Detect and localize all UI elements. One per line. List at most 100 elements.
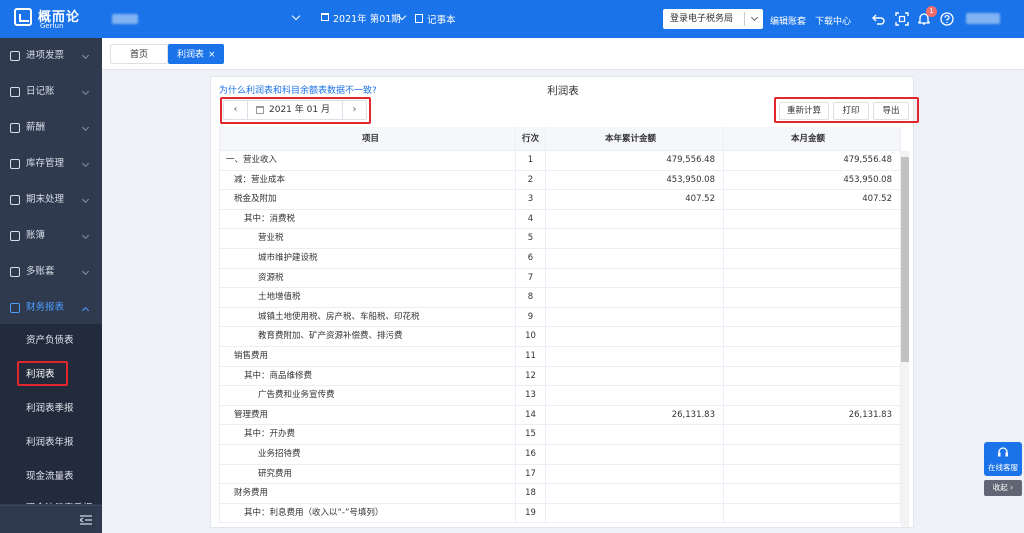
table-row[interactable]: 销售费用 11 (219, 347, 901, 367)
logo[interactable]: 概而论 Gerlun (14, 6, 94, 32)
warehouse-icon (10, 159, 20, 169)
row-item-cell: 其中：商品维修费 (219, 366, 515, 386)
scrollbar-thumb[interactable] (901, 157, 909, 362)
sidebar-item-ledger[interactable]: 账簿 (0, 218, 102, 254)
edit-icon (415, 14, 423, 23)
row-month-amount-cell (723, 503, 901, 523)
row-item-cell: 管理费用 (219, 405, 515, 425)
table-row[interactable]: 管理费用 14 26,131.83 26,131.83 (219, 405, 901, 426)
highlight-box (220, 97, 371, 124)
tax-bureau-login-label: 登录电子税务局 (670, 14, 734, 24)
sidebar-item-financial-report[interactable]: 财务报表 (0, 290, 102, 326)
back-icon[interactable] (872, 12, 886, 26)
sidebar-item-journal[interactable]: 日记账 (0, 74, 102, 110)
online-service-button[interactable]: 在线客服 (984, 442, 1022, 476)
ledger-icon (10, 231, 20, 241)
table-row[interactable]: 其中：商品维修费 12 (219, 366, 901, 387)
submenu-income-annual[interactable]: 利润表年报 (0, 426, 102, 460)
table-row[interactable]: 资源税 7 (219, 268, 901, 289)
row-line-cell: 9 (515, 307, 545, 327)
table-row[interactable]: 其中：开办费 15 (219, 425, 901, 445)
table-row[interactable]: 税金及附加 3 407.52 407.52 (219, 190, 901, 210)
row-line-cell: 5 (515, 229, 545, 248)
submenu-balance-sheet[interactable]: 资产负债表 (0, 324, 102, 358)
row-ytd-amount-cell (545, 209, 723, 229)
close-icon[interactable]: × (208, 50, 216, 60)
chevron-up-icon (81, 306, 90, 315)
row-month-amount-cell: 407.52 (723, 190, 901, 209)
table-row[interactable]: 教育费附加、矿产资源补偿费、排污费 10 (219, 327, 901, 347)
row-line-cell: 3 (515, 190, 545, 209)
table-row[interactable]: 其中：消费税 4 (219, 209, 901, 230)
row-item-cell: 城镇土地使用税、房产税、车船税、印花税 (219, 307, 515, 327)
tab-income-statement[interactable]: 利润表 × (168, 44, 224, 64)
table-row[interactable]: 减：营业成本 2 453,950.08 453,950.08 (219, 170, 901, 191)
row-month-amount-cell (723, 445, 901, 464)
row-month-amount-cell (723, 347, 901, 366)
sidebar-item-label: 日记账 (26, 86, 55, 97)
divider (744, 12, 745, 26)
table-row[interactable]: 一、营业收入 1 479,556.48 479,556.48 (219, 151, 901, 171)
row-item-cell: 一、营业收入 (219, 151, 515, 170)
table-row[interactable]: 财务费用 18 (219, 484, 901, 504)
help-icon[interactable] (940, 12, 954, 26)
row-ytd-amount-cell (545, 484, 723, 503)
chevron-down-icon (81, 267, 90, 276)
submenu-cash-flow-quarterly[interactable]: 现金流量表季报 (0, 492, 102, 504)
headset-icon (998, 447, 1008, 457)
salary-icon (10, 123, 20, 133)
row-line-cell: 10 (515, 327, 545, 346)
fullscreen-icon[interactable] (895, 12, 909, 26)
table-row[interactable]: 城镇土地使用税、房产税、车船税、印花税 9 (219, 307, 901, 328)
column-header: 本年累计金额 (545, 127, 723, 150)
notebook-label: 记事本 (427, 15, 456, 26)
sidebar-item-multi-account[interactable]: 多账套 (0, 254, 102, 290)
table-row[interactable]: 广告费和业务宣传费 13 (219, 386, 901, 406)
row-item-cell: 业务招待费 (219, 445, 515, 464)
income-statement-table: 项目 行次 本年累计金额 本月金额 一、营业收入 1 479,556.48 479,5… (219, 127, 901, 527)
sidebar-item-label: 薪酬 (26, 122, 46, 133)
row-month-amount-cell (723, 307, 901, 327)
row-month-amount-cell (723, 288, 901, 307)
sidebar-item-input-invoice[interactable]: 进项发票 (0, 38, 102, 74)
sidebar-item-salary[interactable]: 薪酬 (0, 110, 102, 146)
table-row[interactable]: 营业税 5 (219, 229, 901, 249)
help-link[interactable]: 为什么利润表和科目余额表数据不一致? (219, 83, 377, 96)
tab-label: 利润表 (177, 50, 205, 60)
tab-home[interactable]: 首页 (110, 44, 168, 64)
row-item-cell: 广告费和业务宣传费 (219, 386, 515, 405)
sidebar-item-inventory[interactable]: 库存管理 (0, 146, 102, 182)
row-item-cell: 其中：利息费用（收入以“-”号填列） (219, 503, 515, 523)
chevron-down-icon (291, 11, 301, 21)
tax-bureau-login-button[interactable]: 登录电子税务局 (663, 9, 763, 29)
logo-icon (14, 8, 32, 26)
menu-collapse-icon[interactable] (80, 515, 92, 525)
row-ytd-amount-cell (545, 425, 723, 444)
row-ytd-amount-cell (545, 268, 723, 288)
table-row[interactable]: 业务招待费 16 (219, 445, 901, 465)
sidebar-item-label: 多账套 (26, 266, 55, 277)
edit-account-link[interactable]: 编辑账套 (770, 14, 806, 27)
collapse-button[interactable]: 收起 › (984, 480, 1022, 496)
brand-sub: Gerlun (40, 22, 64, 30)
row-line-cell: 11 (515, 347, 545, 366)
table-row[interactable]: 其中：利息费用（收入以“-”号填列） 19 (219, 503, 901, 524)
chevron-down-icon (81, 195, 90, 204)
sidebar-item-period-end[interactable]: 期末处理 (0, 182, 102, 218)
submenu-cash-flow[interactable]: 现金流量表 (0, 460, 102, 494)
row-item-cell: 销售费用 (219, 347, 515, 366)
row-item-cell: 土地增值税 (219, 288, 515, 307)
table-row[interactable]: 研究费用 17 (219, 464, 901, 485)
table-row[interactable]: 城市维护建设税 6 (219, 249, 901, 269)
tab-bar: 首页 利润表 × (102, 38, 1024, 70)
row-ytd-amount-cell: 407.52 (545, 190, 723, 209)
row-month-amount-cell: 26,131.83 (723, 405, 901, 425)
row-line-cell: 18 (515, 484, 545, 503)
journal-icon (10, 87, 20, 97)
row-line-cell: 4 (515, 209, 545, 229)
download-center-link[interactable]: 下载中心 (815, 14, 851, 27)
row-item-cell: 营业税 (219, 229, 515, 248)
submenu-income-quarterly[interactable]: 利润表季报 (0, 392, 102, 426)
table-row[interactable]: 土地增值税 8 (219, 288, 901, 308)
online-service-label: 在线客服 (988, 463, 1018, 472)
